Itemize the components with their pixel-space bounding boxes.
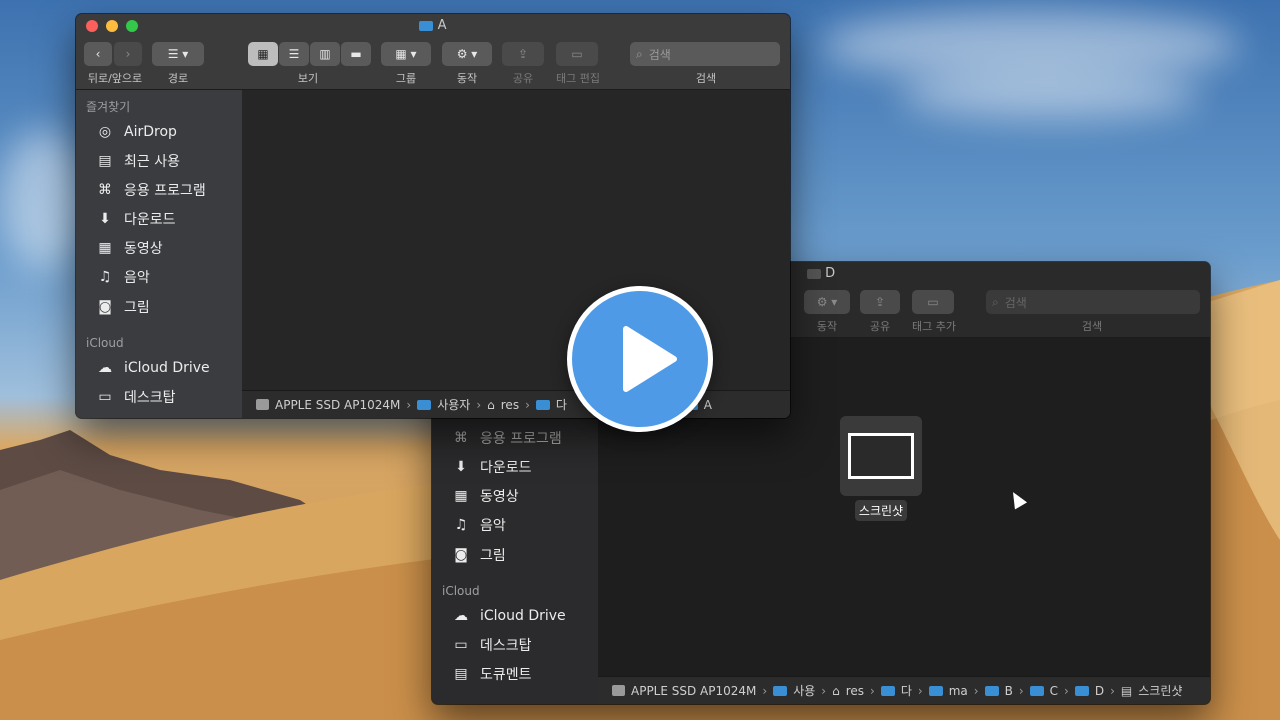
sidebar-item-music[interactable]: ♫ 음악	[450, 513, 506, 537]
sidebar-item-icloud-drive[interactable]: ☁ iCloud Drive	[94, 356, 210, 380]
desktop-icon: ▭	[454, 637, 468, 653]
desktop-icon: ▭	[98, 389, 112, 405]
action-label: 동작	[456, 72, 478, 85]
action-button[interactable]: ⚙ ▾	[804, 290, 850, 314]
music-icon: ♫	[98, 269, 112, 285]
view-list-button[interactable]: ☰	[279, 42, 309, 66]
path-button[interactable]: ☰ ▾	[152, 42, 204, 66]
search-field[interactable]: ⌕ 검색	[986, 290, 1200, 314]
group-button[interactable]: ▦ ▾	[381, 42, 431, 66]
applications-icon: ⌘	[98, 182, 112, 198]
action-label: 동작	[816, 320, 838, 333]
view-label: 보기	[297, 72, 319, 85]
folder-icon	[417, 399, 432, 410]
folder-icon	[773, 685, 788, 696]
pictures-icon: ◙	[98, 299, 112, 315]
window-a-sidebar: 즐겨찾기 ◎ AirDrop ▤ 최근 사용 ⌘ 응용 프로그램 ⬇ 다운로드 …	[76, 90, 242, 418]
folder-icon	[984, 685, 999, 696]
sidebar-item-movies[interactable]: ▦ 동영상	[94, 236, 162, 260]
icloud-header: iCloud	[86, 336, 124, 350]
search-icon: ⌕	[992, 294, 999, 309]
folder-icon	[928, 685, 943, 696]
view-column-button[interactable]: ▥	[310, 42, 340, 66]
disk-icon	[612, 685, 625, 696]
play-button[interactable]	[567, 286, 713, 432]
cloud-icon: ☁	[98, 360, 112, 376]
sidebar-item-downloads[interactable]: ⬇ 다운로드	[450, 455, 531, 479]
path-label: 경로	[167, 72, 189, 85]
sidebar-item-music[interactable]: ♫ 음악	[94, 265, 150, 289]
disk-icon	[256, 399, 269, 410]
home-icon: ⌂	[832, 683, 840, 698]
documents-icon: ▤	[454, 666, 468, 682]
sidebar-item-desktop[interactable]: ▭ 데스크탑	[94, 385, 175, 409]
tag-button[interactable]: ▭	[912, 290, 954, 314]
back-button[interactable]: ‹	[84, 42, 112, 66]
downloads-icon: ⬇	[455, 459, 467, 475]
applications-icon: ⌘	[454, 430, 468, 446]
window-a-toolbar: A ‹ › 뒤로/앞으로 ☰ ▾ 경로 ▦ ☰ ▥ ▬ 보기 ▦ ▾ 그룹 ⚙ …	[76, 14, 790, 90]
sidebar-item-downloads[interactable]: ⬇ 다운로드	[94, 207, 175, 231]
tag-label: 태그 편집	[556, 72, 600, 85]
nav-label: 뒤로/앞으로	[87, 72, 143, 85]
share-label: 공유	[869, 320, 891, 333]
mouse-cursor-icon	[1006, 488, 1028, 510]
sidebar-item-movies[interactable]: ▦ 동영상	[450, 484, 518, 508]
sidebar-item-applications[interactable]: ⌘ 응용 프로그램	[450, 426, 562, 450]
share-button[interactable]: ⇪	[860, 290, 900, 314]
folder-icon	[880, 685, 895, 696]
forward-button[interactable]: ›	[114, 42, 142, 66]
tag-button[interactable]: ▭	[556, 42, 598, 66]
sidebar-item-desktop[interactable]: ▭ 데스크탑	[450, 633, 531, 657]
sidebar-item-icloud-drive[interactable]: ☁ iCloud Drive	[450, 604, 566, 628]
recents-icon: ▤	[98, 153, 112, 169]
folder-icon	[1029, 685, 1044, 696]
file-item-screenshot[interactable]: 스크린샷	[836, 416, 926, 521]
folder-icon	[535, 399, 550, 410]
play-icon	[623, 326, 677, 392]
document-icon: ▤	[1120, 683, 1133, 698]
sidebar-item-pictures[interactable]: ◙ 그림	[94, 295, 150, 319]
movies-icon: ▦	[98, 240, 112, 256]
folder-icon	[1074, 685, 1089, 696]
favorites-header: 즐겨찾기	[86, 100, 131, 114]
sidebar-item-applications[interactable]: ⌘ 응용 프로그램	[94, 178, 206, 202]
search-field[interactable]: ⌕ 검색	[630, 42, 780, 66]
folder-icon	[419, 20, 434, 31]
sidebar-item-pictures[interactable]: ◙ 그림	[450, 543, 506, 567]
cloud-icon: ☁	[454, 608, 468, 624]
view-icon-button[interactable]: ▦	[248, 42, 278, 66]
downloads-icon: ⬇	[99, 211, 111, 227]
view-gallery-button[interactable]: ▬	[341, 42, 371, 66]
share-button[interactable]: ⇪	[502, 42, 544, 66]
home-icon: ⌂	[487, 397, 495, 412]
search-icon: ⌕	[636, 46, 643, 61]
movies-icon: ▦	[454, 488, 468, 504]
icloud-header: iCloud	[442, 584, 480, 598]
file-label: 스크린샷	[854, 500, 908, 521]
share-label: 공유	[512, 72, 534, 85]
music-icon: ♫	[454, 517, 468, 533]
search-label: 검색	[695, 72, 717, 85]
action-button[interactable]: ⚙ ▾	[442, 42, 492, 66]
window-a-title: A	[76, 18, 790, 33]
window-d-pathbar: APPLE SSD AP1024M › 사용 › ⌂ res › 다 › ma › B › C…	[598, 676, 1210, 704]
folder-icon	[806, 268, 821, 279]
airdrop-icon: ◎	[98, 124, 112, 140]
group-label: 그룹	[395, 72, 417, 85]
sidebar-item-recents[interactable]: ▤ 최근 사용	[94, 149, 180, 173]
tag-label: 태그 추가	[912, 320, 956, 333]
screenshot-thumbnail	[840, 416, 922, 496]
search-label: 검색	[1081, 320, 1103, 333]
sidebar-item-documents[interactable]: ▤ 도큐멘트	[450, 662, 531, 686]
sidebar-item-airdrop[interactable]: ◎ AirDrop	[94, 120, 177, 144]
pictures-icon: ◙	[454, 547, 468, 563]
